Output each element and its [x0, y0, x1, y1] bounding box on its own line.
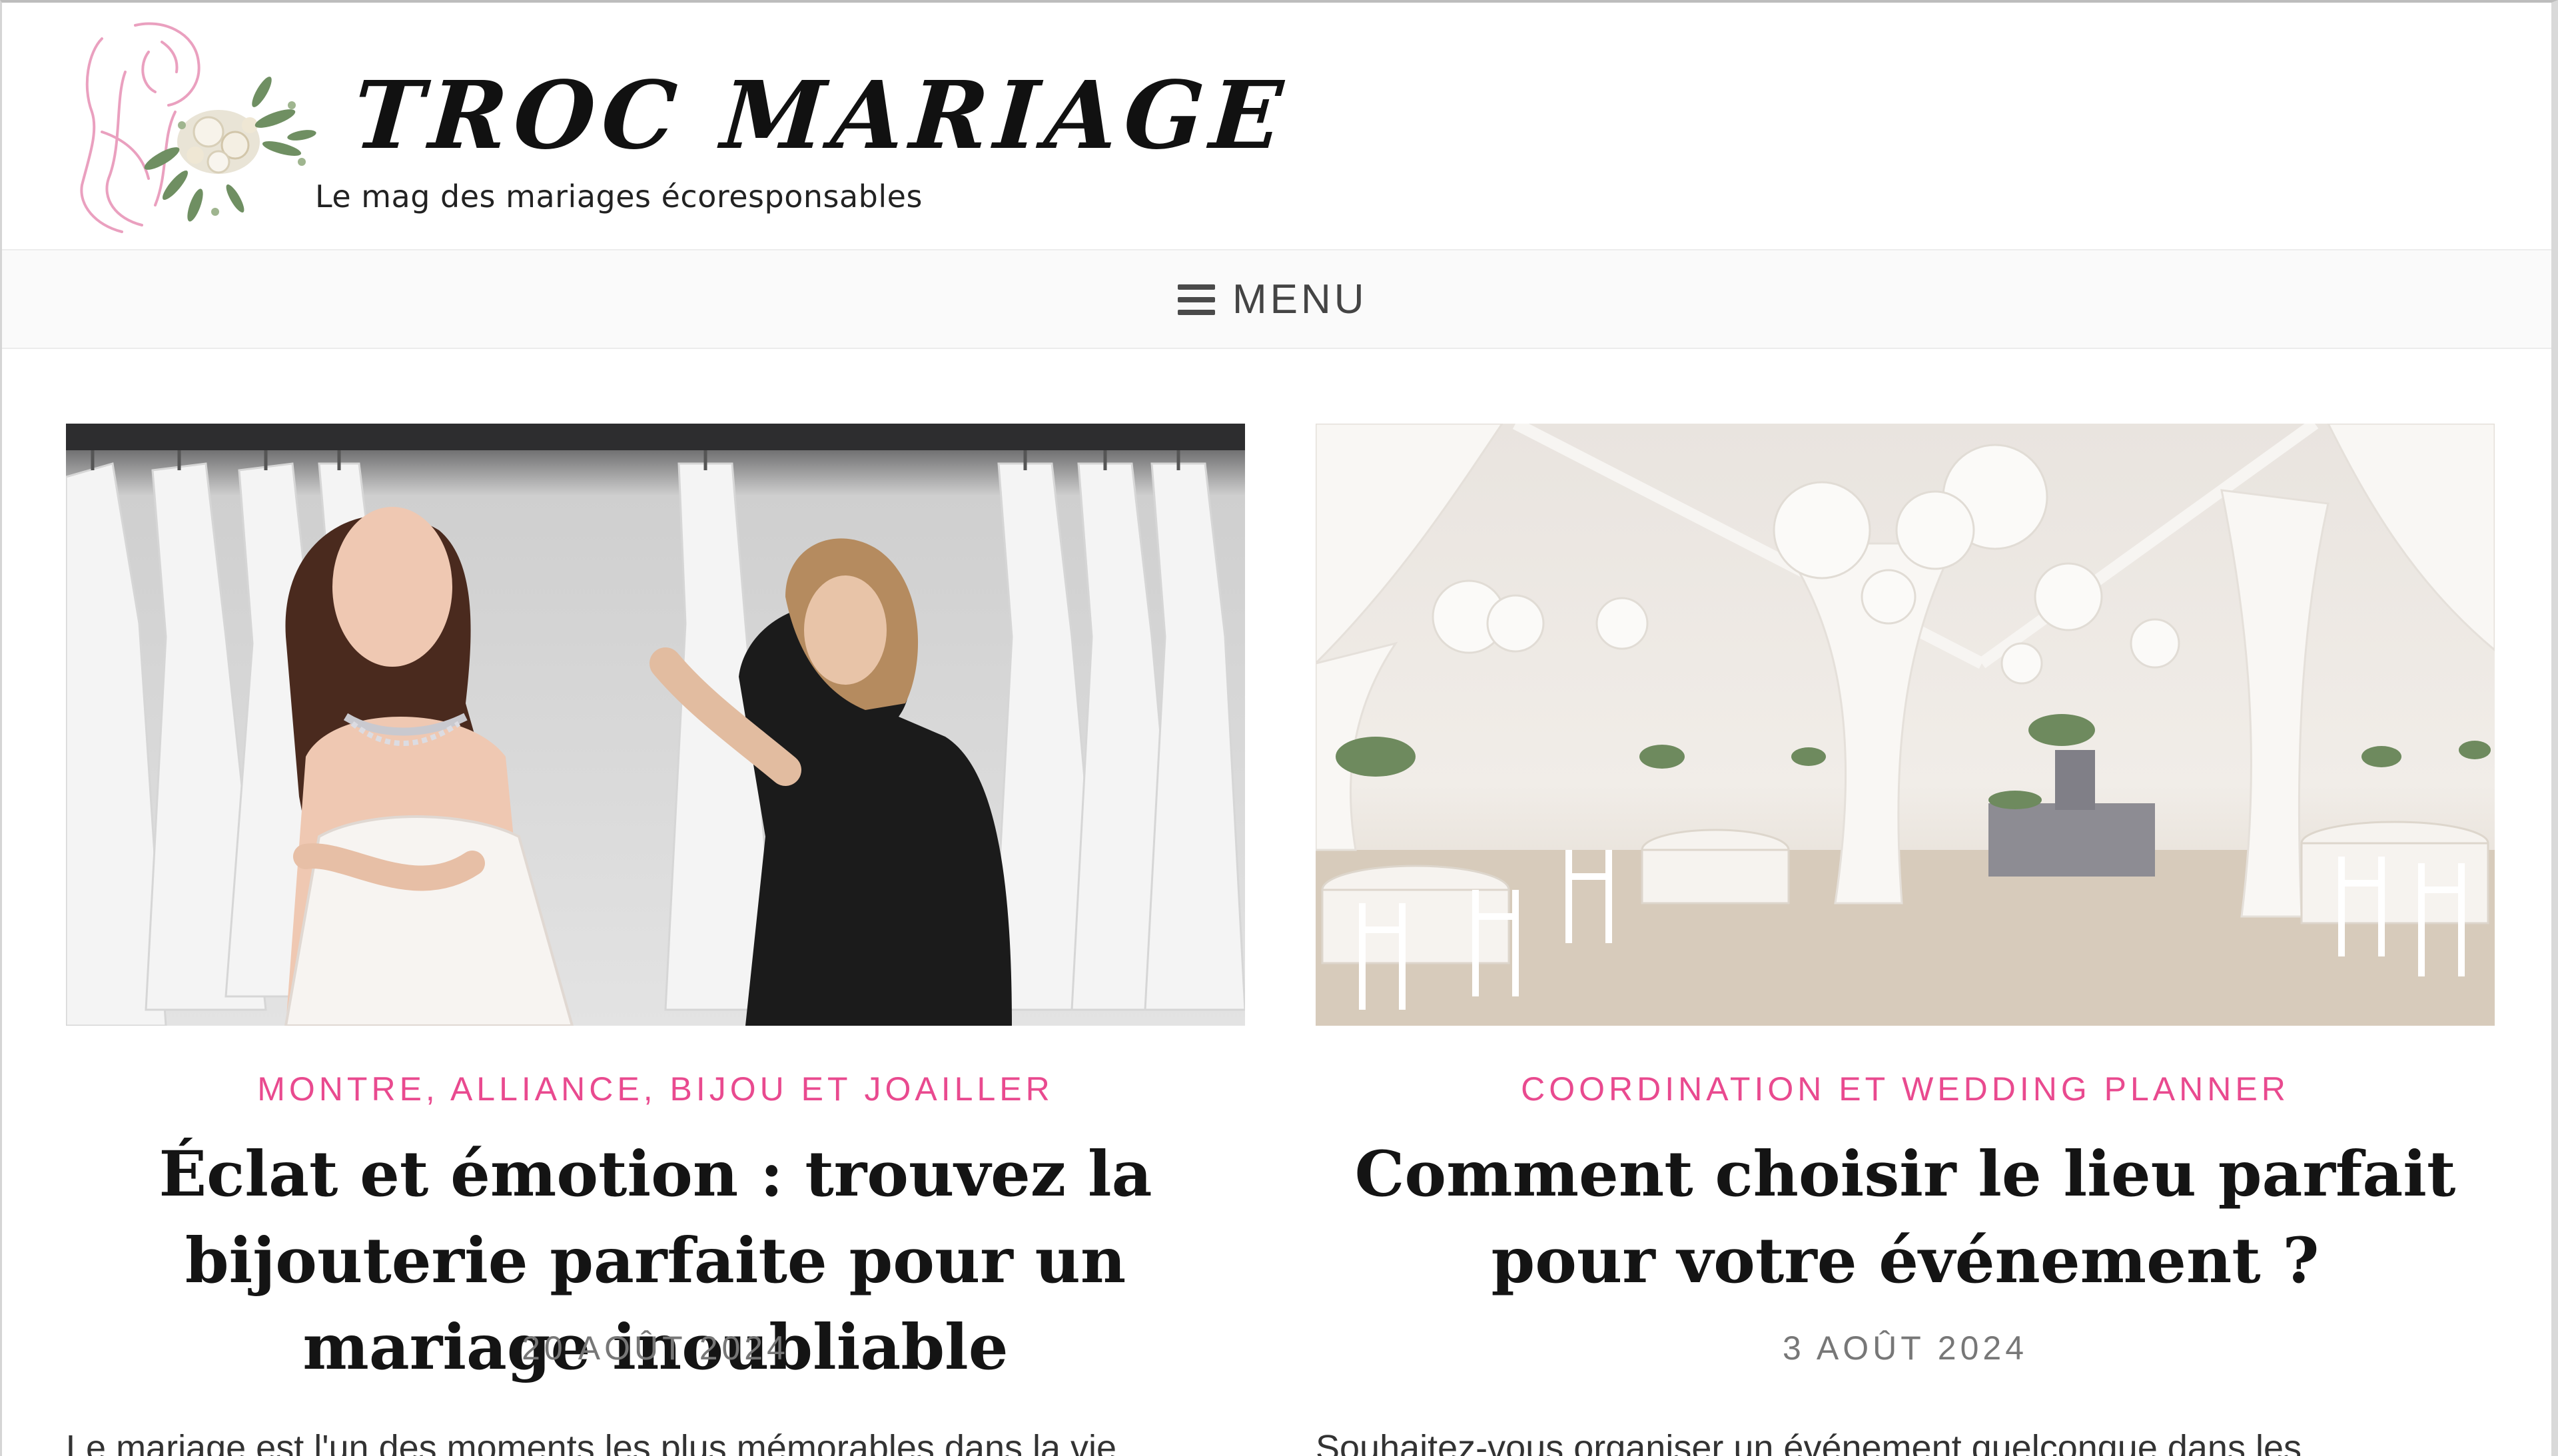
site-tagline: Le mag des mariages écoresponsables	[315, 179, 923, 214]
bridal-jewelry-photo	[66, 424, 1245, 1026]
post-excerpt: Le mariage est l'un des moments les plus…	[66, 1428, 1117, 1456]
browser-viewport: TROC MARIAGE Le mag des mariages écoresp…	[0, 0, 2558, 1456]
site-title: TROC MARIAGE	[350, 61, 1292, 171]
post-date: 20 AOÛT 2024	[522, 1329, 789, 1367]
post-date: 3 AOÛT 2024	[1782, 1329, 2028, 1367]
floral-couple-logo-icon	[80, 22, 316, 233]
post-thumbnail-link[interactable]	[1316, 424, 2495, 1026]
post-card: MONTRE, ALLIANCE, BIJOU ET JOAILLER Écla…	[66, 424, 1245, 1456]
main-navigation: MENU	[2, 249, 2551, 349]
hamburger-icon	[1178, 284, 1215, 315]
post-excerpt: Souhaitez-vous organiser un événement qu…	[1316, 1428, 2302, 1456]
post-card: COORDINATION ET WEDDING PLANNER Comment …	[1316, 424, 2495, 1456]
post-thumbnail-link[interactable]	[66, 424, 1245, 1026]
wedding-venue-photo	[1316, 424, 2495, 1026]
menu-label: MENU	[1232, 276, 1368, 322]
post-category-link[interactable]: COORDINATION ET WEDDING PLANNER	[1316, 1070, 2495, 1108]
site-header: TROC MARIAGE Le mag des mariages écoresp…	[2, 3, 2551, 249]
post-title[interactable]: Comment choisir le lieu parfait pour vot…	[1316, 1131, 2495, 1304]
post-category-link[interactable]: MONTRE, ALLIANCE, BIJOU ET JOAILLER	[66, 1070, 1245, 1108]
site-logo-link[interactable]: TROC MARIAGE Le mag des mariages écoresp…	[62, 12, 1292, 238]
menu-toggle-button[interactable]: MENU	[1178, 268, 1391, 332]
